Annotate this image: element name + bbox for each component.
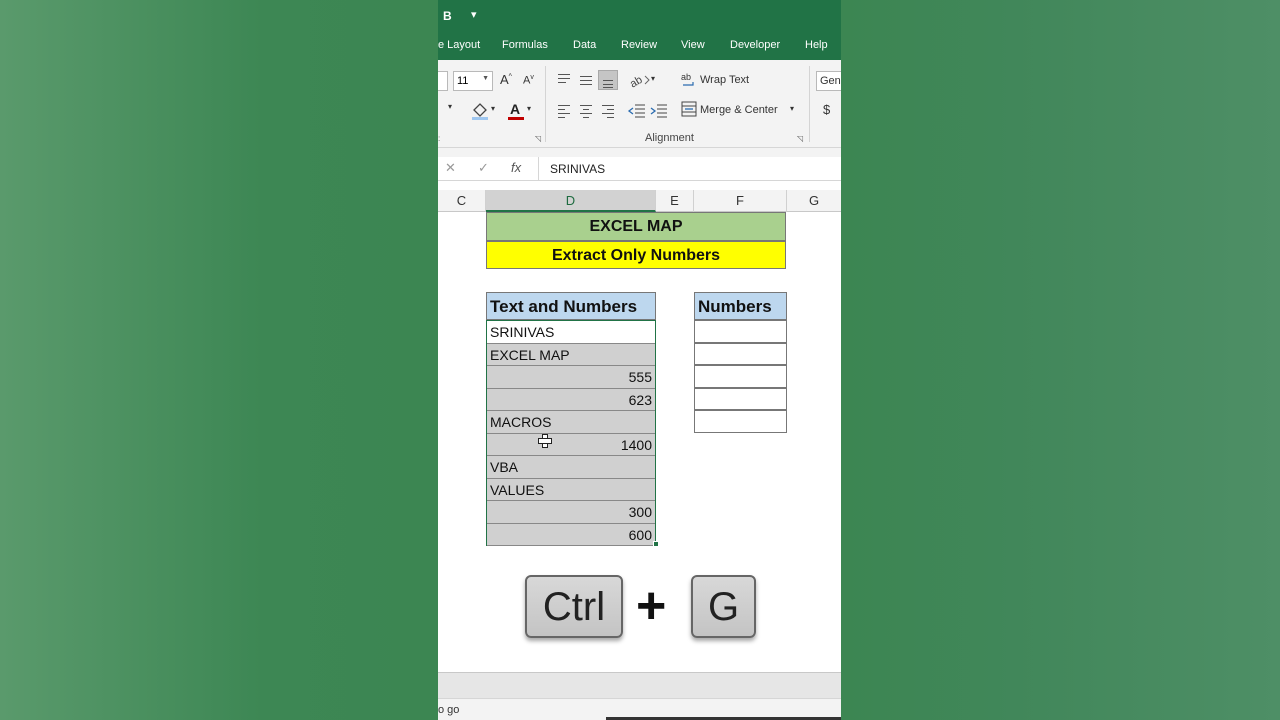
table-row[interactable]: VALUES — [487, 478, 655, 501]
tab-review[interactable]: Review — [621, 39, 657, 51]
align-right-button[interactable] — [598, 100, 618, 120]
header-numbers[interactable]: Numbers — [694, 292, 787, 320]
font-size-value: 11 — [457, 75, 469, 87]
group-separator — [809, 66, 810, 142]
chevron-down-icon: ▼ — [482, 75, 489, 82]
plus-sign: + — [636, 577, 667, 635]
selected-range[interactable]: SRINIVAS EXCEL MAP 555 623 MACROS 1400 V… — [486, 320, 656, 546]
fill-color-dropdown-icon[interactable]: ▾ — [491, 104, 495, 113]
fill-handle[interactable] — [653, 541, 659, 547]
svg-text:A: A — [510, 101, 520, 117]
sheet-tabs-bar — [438, 672, 841, 698]
background-right — [841, 0, 1280, 720]
table-row[interactable]: 1400 — [487, 433, 655, 456]
top-align-button[interactable] — [554, 70, 574, 90]
formula-bar: ✕ ✓ fx SRINIVAS — [438, 157, 841, 181]
table-row[interactable]: EXCEL MAP — [487, 343, 655, 366]
alignment-group-label: Alignment — [645, 132, 694, 144]
cancel-icon[interactable]: ✕ — [445, 160, 456, 176]
column-header-c[interactable]: C — [438, 190, 486, 212]
title-bar: B ▾ — [438, 0, 841, 33]
banner-subtitle[interactable]: Extract Only Numbers — [486, 241, 786, 269]
bold-button[interactable]: B — [443, 9, 452, 23]
numbers-cell[interactable] — [694, 365, 787, 388]
font-dialog-launcher-icon[interactable]: ◹ — [535, 134, 541, 143]
g-keycap: G — [691, 575, 756, 638]
fill-color-icon[interactable] — [470, 100, 490, 120]
merge-center-dropdown-icon[interactable]: ▾ — [790, 104, 794, 113]
table-row[interactable]: VBA — [487, 456, 655, 479]
font-color-icon[interactable]: A — [506, 100, 526, 120]
quick-access-dropdown-icon[interactable]: ▾ — [471, 8, 477, 21]
ctrl-keycap: Ctrl — [525, 575, 623, 638]
numbers-cell[interactable] — [694, 387, 787, 410]
font-name-dropdown[interactable] — [438, 71, 448, 91]
orientation-dropdown-icon[interactable]: ▾ — [651, 74, 655, 83]
merge-center-icon[interactable] — [681, 101, 697, 117]
tab-formulas[interactable]: Formulas — [502, 39, 548, 51]
excel-window: B ▾ e Layout Formulas Data Review View D… — [438, 0, 841, 720]
increase-indent-icon[interactable] — [649, 101, 669, 119]
grow-font-button[interactable]: A^ — [500, 72, 512, 87]
shrink-font-button[interactable]: Av — [523, 74, 534, 87]
column-header-e[interactable]: E — [656, 190, 694, 212]
column-header-f[interactable]: F — [694, 190, 787, 212]
align-left-button[interactable] — [554, 100, 574, 120]
background-left — [0, 0, 438, 720]
header-text-and-numbers[interactable]: Text and Numbers — [486, 292, 656, 320]
alignment-dialog-launcher-icon[interactable]: ◹ — [797, 134, 803, 143]
column-header-g[interactable]: G — [787, 190, 841, 212]
svg-text:ab: ab — [628, 74, 645, 90]
currency-format-button[interactable]: $ — [823, 102, 830, 117]
table-row[interactable]: 300 — [487, 501, 655, 524]
tab-page-layout[interactable]: e Layout — [438, 39, 480, 51]
bottom-align-button[interactable] — [598, 70, 618, 90]
number-format-dropdown[interactable]: Gene — [816, 71, 841, 91]
tab-developer[interactable]: Developer — [730, 39, 780, 51]
table-row[interactable]: 555 — [487, 366, 655, 389]
tab-view[interactable]: View — [681, 39, 705, 51]
tab-data[interactable]: Data — [573, 39, 596, 51]
enter-icon[interactable]: ✓ — [478, 160, 489, 176]
group-separator — [545, 66, 546, 142]
ribbon: 11 ▼ A^ Av ▾ ▾ A ▾ : ◹ ab ▾ ab Wrap Text… — [438, 60, 841, 148]
ribbon-tabs: e Layout Formulas Data Review View Devel… — [438, 33, 841, 60]
table-row[interactable]: SRINIVAS — [487, 321, 655, 344]
numbers-cell[interactable] — [694, 320, 787, 343]
wrap-text-icon[interactable]: ab — [681, 72, 697, 88]
table-row[interactable]: 600 — [487, 523, 655, 546]
formula-value: SRINIVAS — [550, 162, 606, 176]
wrap-text-button[interactable]: Wrap Text — [700, 74, 749, 86]
numbers-cell[interactable] — [694, 342, 787, 365]
table-row[interactable]: MACROS — [487, 411, 655, 434]
borders-dropdown-icon[interactable]: ▾ — [448, 102, 452, 111]
decrease-indent-icon[interactable] — [627, 101, 647, 119]
banner-title[interactable]: EXCEL MAP — [486, 212, 786, 241]
font-color-dropdown-icon[interactable]: ▾ — [527, 104, 531, 113]
column-headers: C D E F G — [438, 190, 841, 212]
font-group-edge: : — [438, 134, 441, 143]
numbers-cell[interactable] — [694, 410, 787, 433]
tab-help[interactable]: Help — [805, 39, 828, 51]
middle-align-button[interactable] — [576, 70, 596, 90]
insert-function-icon[interactable]: fx — [511, 160, 521, 175]
cell-cursor-icon — [538, 434, 552, 448]
orientation-icon[interactable]: ab — [628, 70, 652, 90]
font-size-dropdown[interactable]: 11 ▼ — [453, 71, 493, 91]
ribbon-gap — [438, 148, 841, 157]
align-center-button[interactable] — [576, 100, 596, 120]
column-header-d[interactable]: D — [486, 190, 656, 212]
svg-text:ab: ab — [681, 72, 691, 82]
status-text: o go — [438, 704, 460, 716]
merge-center-button[interactable]: Merge & Center — [700, 104, 778, 116]
table-row[interactable]: 623 — [487, 388, 655, 411]
